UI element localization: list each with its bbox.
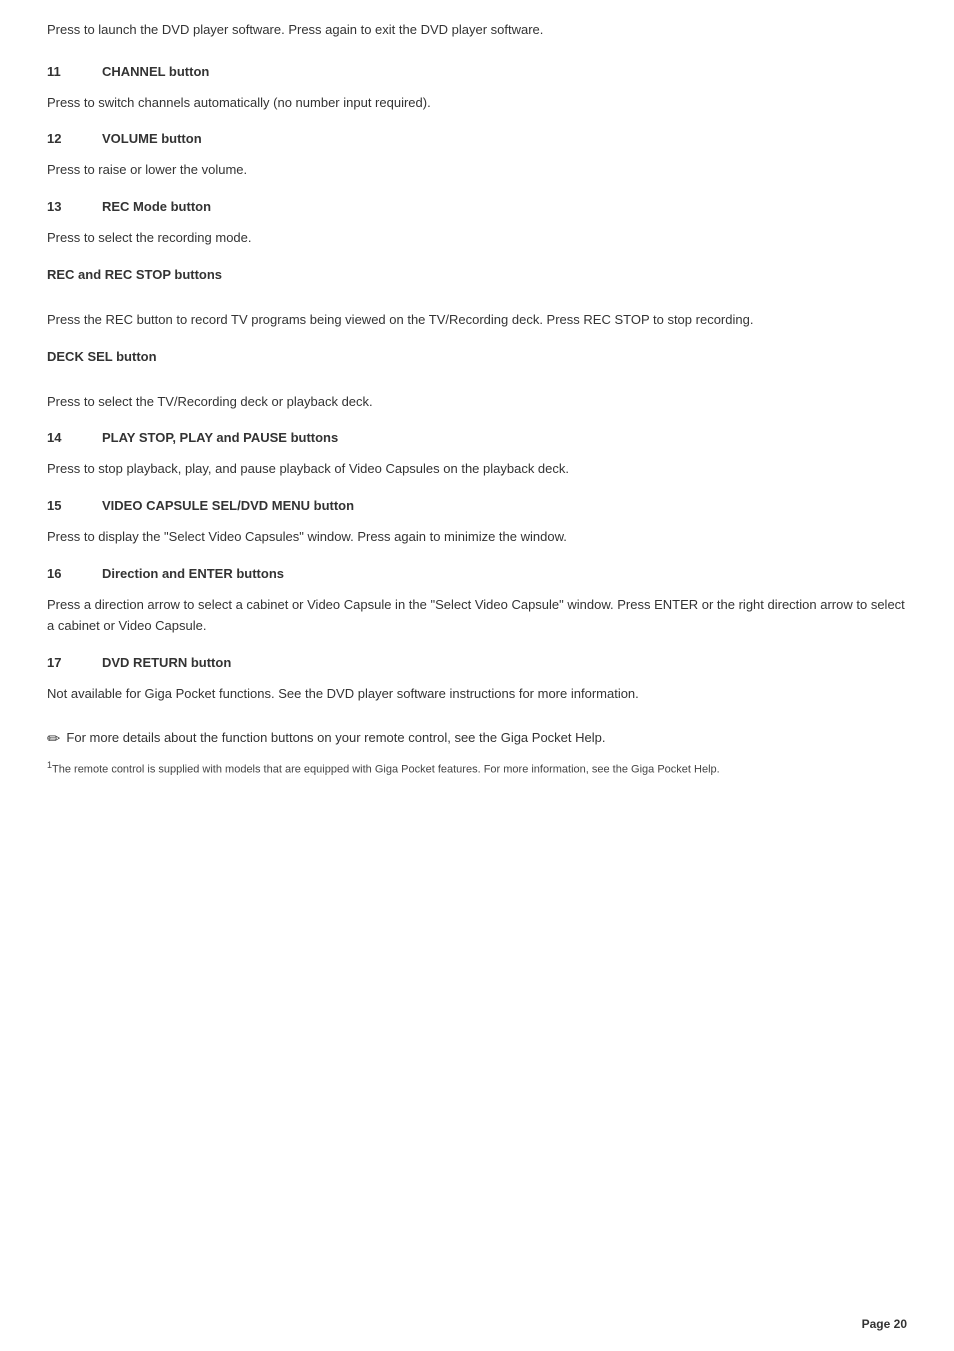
section-item: DECK SEL button Press to select the TV/Re… (47, 349, 907, 413)
section-header: REC and REC STOP buttons (47, 267, 907, 296)
section-title: PLAY STOP, PLAY and PAUSE buttons (102, 430, 338, 445)
section-body: Press to display the "Select Video Capsu… (47, 527, 907, 548)
section-item: 16Direction and ENTER buttons Press a dir… (47, 566, 907, 637)
section-item: 14PLAY STOP, PLAY and PAUSE buttons Press… (47, 430, 907, 480)
section-number: 15 (47, 498, 102, 513)
section-header: 16Direction and ENTER buttons (47, 566, 907, 581)
section-header: 13REC Mode button (47, 199, 907, 214)
note-text: For more details about the function butt… (66, 728, 605, 748)
note-icon: ✏ (47, 729, 60, 749)
section-header: 11CHANNEL button (47, 64, 907, 79)
section-header: DECK SEL button (47, 349, 907, 378)
section-title: VIDEO CAPSULE SEL/DVD MENU button (102, 498, 354, 513)
footnote: 1The remote control is supplied with mod… (47, 759, 907, 778)
section-body: Press to raise or lower the volume. (47, 160, 907, 181)
section-number: 11 (47, 64, 102, 79)
section-body: Press a direction arrow to select a cabi… (47, 595, 907, 637)
section-item: 17DVD RETURN button Not available for Gig… (47, 655, 907, 705)
section-title: CHANNEL button (102, 64, 209, 79)
section-number: 16 (47, 566, 102, 581)
section-number: 12 (47, 131, 102, 146)
section-body: Press to select the TV/Recording deck or… (47, 392, 907, 413)
intro-text: Press to launch the DVD player software.… (47, 20, 907, 40)
section-item: 13REC Mode button Press to select the rec… (47, 199, 907, 249)
page-number: Page 20 (862, 1317, 907, 1331)
section-title: REC and REC STOP buttons (47, 267, 222, 282)
footnote-text: The remote control is supplied with mode… (52, 764, 720, 776)
section-body: Not available for Giga Pocket functions.… (47, 684, 907, 705)
section-title: DVD RETURN button (102, 655, 231, 670)
section-number: 13 (47, 199, 102, 214)
section-number: 17 (47, 655, 102, 670)
section-title: REC Mode button (102, 199, 211, 214)
section-title: DECK SEL button (47, 349, 157, 364)
section-header: 14PLAY STOP, PLAY and PAUSE buttons (47, 430, 907, 445)
section-body: Press to stop playback, play, and pause … (47, 459, 907, 480)
section-item: 15VIDEO CAPSULE SEL/DVD MENU button Press… (47, 498, 907, 548)
section-header: 12VOLUME button (47, 131, 907, 146)
section-number: 14 (47, 430, 102, 445)
note-box: ✏ For more details about the function bu… (47, 728, 907, 749)
section-header: 17DVD RETURN button (47, 655, 907, 670)
section-title: Direction and ENTER buttons (102, 566, 284, 581)
section-title: VOLUME button (102, 131, 202, 146)
section-item: 12VOLUME button Press to raise or lower t… (47, 131, 907, 181)
section-body: Press to switch channels automatically (… (47, 93, 907, 114)
section-header: 15VIDEO CAPSULE SEL/DVD MENU button (47, 498, 907, 513)
section-item: 11CHANNEL button Press to switch channels… (47, 64, 907, 114)
section-body: Press the REC button to record TV progra… (47, 310, 907, 331)
section-item: REC and REC STOP buttons Press the REC bu… (47, 267, 907, 331)
section-body: Press to select the recording mode. (47, 228, 907, 249)
